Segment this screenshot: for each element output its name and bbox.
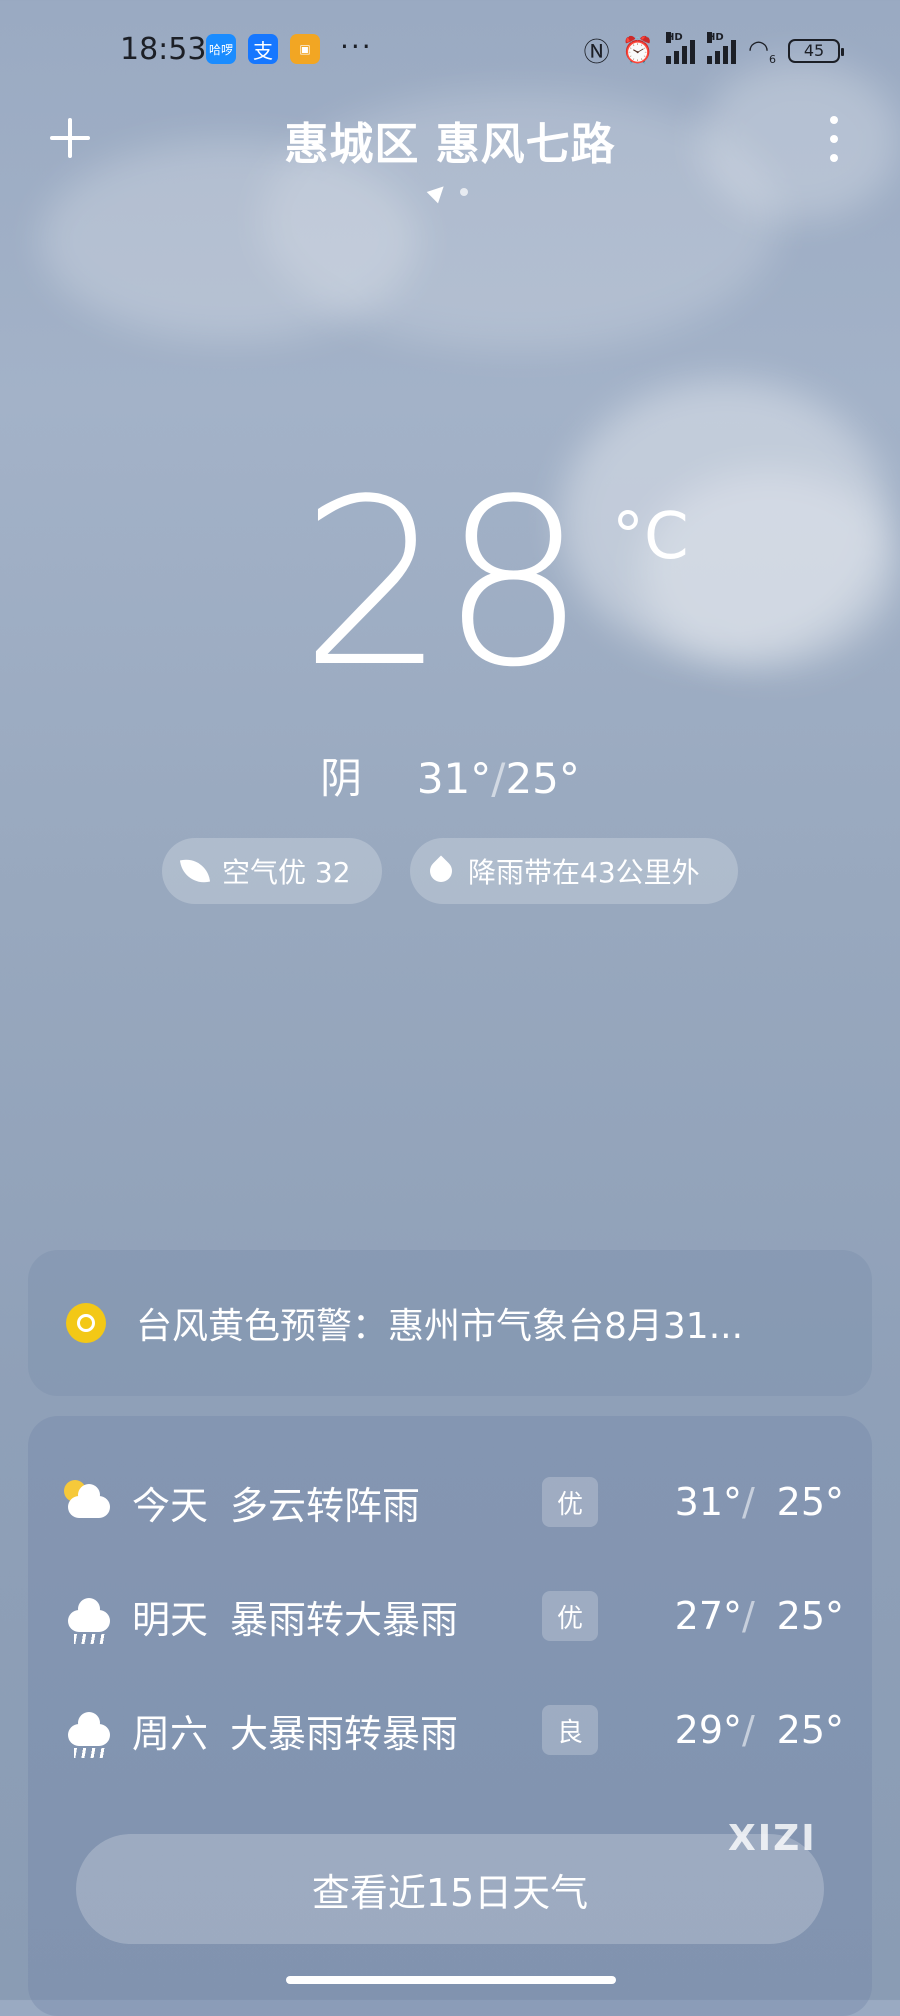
- rain-icon: [64, 1710, 112, 1758]
- forecast-low: 25°: [776, 1480, 844, 1524]
- forecast-separator: /: [742, 1594, 755, 1638]
- status-bar: 18:53 哈啰 支 ▣ ··· Ⓝ ⏰ HD HD ◠6 45: [0, 28, 900, 72]
- view-15-day-forecast-button[interactable]: 查看近15日天气: [76, 1834, 824, 1944]
- leaf-icon: [179, 855, 211, 887]
- forecast-high: 27°: [674, 1594, 742, 1638]
- typhoon-alert-card[interactable]: 台风黄色预警：惠州市气象台8月31...: [28, 1250, 872, 1396]
- more-notifications-icon: ···: [340, 30, 373, 63]
- forecast-condition: 多云转阵雨: [230, 1483, 421, 1528]
- watermark: XIZI: [728, 1818, 817, 1859]
- more-menu-button[interactable]: [824, 116, 844, 162]
- forecast-aqi-badge: 优: [542, 1477, 598, 1527]
- air-quality-label: 空气优 32: [222, 856, 351, 889]
- today-low: 25°: [505, 754, 580, 803]
- forecast-day: 今天: [132, 1483, 209, 1528]
- nfc-icon: Ⓝ: [583, 38, 610, 68]
- signal-icon: HD: [666, 31, 696, 64]
- forecast-day: 周六: [132, 1711, 209, 1756]
- rain-icon: [64, 1596, 112, 1644]
- signal-icon-2: HD: [707, 31, 737, 64]
- condition-line: 阴 31°/25°: [0, 745, 900, 806]
- forecast-aqi-badge: 优: [542, 1591, 598, 1641]
- alarm-icon: ⏰: [621, 35, 655, 66]
- alipay-app-icon: 支: [248, 34, 278, 64]
- air-quality-pill[interactable]: 空气优 32: [162, 838, 382, 904]
- forecast-row[interactable]: 今天 多云转阵雨 优 31° / 25°: [28, 1462, 872, 1542]
- forecast-high: 31°: [674, 1480, 742, 1524]
- warning-icon: [66, 1303, 106, 1343]
- forecast-row[interactable]: 明天 暴雨转大暴雨 优 27° / 25°: [28, 1576, 872, 1656]
- temperature-unit: °C: [612, 500, 689, 574]
- alert-text: 台风黄色预警：惠州市气象台8月31...: [136, 1306, 744, 1347]
- temp-separator: /: [491, 754, 506, 803]
- hellobike-app-icon: 哈啰: [206, 34, 236, 64]
- battery-icon: 45: [788, 38, 844, 63]
- today-high: 31°: [416, 754, 492, 803]
- forecast-condition: 暴雨转大暴雨: [230, 1597, 459, 1642]
- rain-radar-pill[interactable]: 降雨带在43公里外: [410, 838, 738, 904]
- forecast-low: 25°: [776, 1708, 844, 1752]
- raindrop-icon: [425, 855, 457, 887]
- location-title: 惠城区 惠风七路: [284, 119, 616, 170]
- forecast-low: 25°: [776, 1594, 844, 1638]
- forecast-separator: /: [742, 1708, 755, 1752]
- rain-info-label: 降雨带在43公里外: [468, 856, 700, 889]
- partly-cloudy-night-icon: [64, 1480, 112, 1522]
- home-indicator[interactable]: [286, 1976, 616, 1984]
- notes-app-icon: ▣: [290, 34, 320, 64]
- wifi-icon: ◠6: [748, 35, 776, 66]
- forecast-condition: 大暴雨转暴雨: [230, 1711, 459, 1756]
- location-arrow-icon: [426, 180, 450, 204]
- forecast-high: 29°: [674, 1708, 742, 1752]
- status-time: 18:53: [120, 32, 207, 67]
- current-condition: 阴: [320, 754, 363, 803]
- forecast-row[interactable]: 周六 大暴雨转暴雨 良 29° / 25°: [28, 1690, 872, 1770]
- page-dot: [460, 188, 468, 196]
- forecast-day: 明天: [132, 1597, 209, 1642]
- page-indicator: [426, 180, 468, 204]
- forecast-aqi-badge: 良: [542, 1705, 598, 1755]
- forecast-separator: /: [742, 1480, 755, 1524]
- current-temperature: 28: [300, 451, 587, 718]
